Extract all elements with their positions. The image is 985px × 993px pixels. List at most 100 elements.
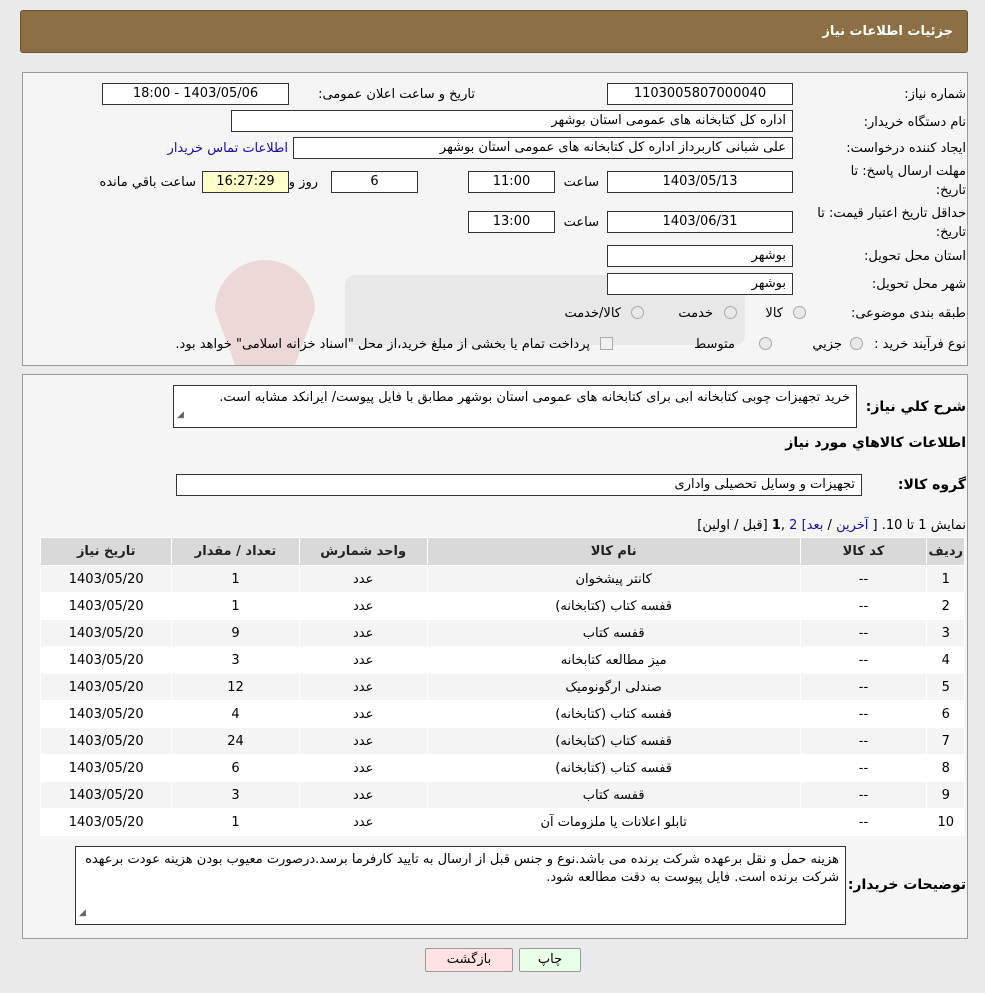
cell-quantity: 3 <box>171 646 300 674</box>
pager-bracket: [ <box>872 518 878 533</box>
contact-buyer-link[interactable]: اطلاعات تماس خریدار <box>168 141 288 156</box>
category-goods-radio[interactable] <box>793 306 806 319</box>
creator-field[interactable]: علی شبانی کاربرداز اداره کل کتابخانه های… <box>293 137 793 159</box>
cell-item-name: صندلی ارگونومیک <box>426 673 801 701</box>
category-service-radio[interactable] <box>724 306 737 319</box>
city-label: شهر محل تحویل: <box>871 277 966 292</box>
cell-item-code: -- <box>799 673 928 701</box>
goods-info-title: اطلاعات کالاهاي مورد نياز <box>785 435 966 451</box>
province-field[interactable]: بوشهر <box>607 245 793 267</box>
table-row: 7 -- قفسه کتاب (کتابخانه) عدد 24 1403/05/20 <box>39 727 965 755</box>
validity-time-label: ساعت <box>563 215 599 230</box>
cell-item-code: -- <box>799 565 928 593</box>
cell-item-name: قفسه کتاب <box>426 781 801 809</box>
cell-need-date: 1403/05/20 <box>39 673 173 701</box>
cell-row-number: 6 <box>926 700 965 728</box>
goods-group-field[interactable]: تجهیزات و وسایل تحصیلی واداری <box>176 474 862 496</box>
reply-time-label: ساعت <box>563 175 599 190</box>
cell-row-number: 10 <box>926 808 965 836</box>
validity-time-field[interactable]: 13:00 <box>468 211 555 233</box>
need-number-field[interactable]: 1103005807000040 <box>607 83 793 105</box>
table-row: 2 -- قفسه کتاب (کتابخانه) عدد 1 1403/05/20 <box>39 592 965 620</box>
description-textarea[interactable]: خرید تجهیزات چوبی کتابخانه ابی برای کتاب… <box>173 385 857 428</box>
process-medium-radio[interactable] <box>759 337 772 350</box>
process-minor-radio[interactable] <box>850 337 863 350</box>
cell-unit: عدد <box>298 808 428 836</box>
province-label: استان محل تحویل: <box>864 249 966 264</box>
cell-need-date: 1403/05/20 <box>39 619 173 647</box>
print-button[interactable]: چاپ <box>519 948 581 972</box>
col-need-date: تاریخ نیاز <box>39 537 173 566</box>
buyer-org-field[interactable]: اداره کل کتابخانه های عمومی استان بوشهر <box>231 110 793 132</box>
creator-label: ایجاد کننده درخواست: <box>846 141 966 156</box>
pager-current-page: 1 <box>771 518 781 533</box>
process-label: نوع فرآیند خرید : <box>874 337 966 352</box>
table-header-row: رديف کد کالا نام کالا واحد شمارش تعداد /… <box>39 537 965 566</box>
days-field[interactable]: 6 <box>331 171 418 193</box>
need-number-label: شماره نیاز: <box>904 87 966 102</box>
table-row: 4 -- میز مطالعه کتابخانه عدد 3 1403/05/20 <box>39 646 965 674</box>
cell-quantity: 1 <box>171 565 300 593</box>
category-service-label: خدمت <box>678 306 713 321</box>
cell-item-code: -- <box>799 592 928 620</box>
cell-item-name: کانتر پیشخوان <box>426 565 801 593</box>
validity-label: حداقل تاریخ اعتبار قیمت: تا <box>817 206 966 221</box>
cell-unit: عدد <box>298 592 428 620</box>
table-row: 3 -- قفسه کتاب عدد 9 1403/05/20 <box>39 619 965 647</box>
resize-grip-icon[interactable]: ◢ <box>177 406 184 425</box>
category-both-radio[interactable] <box>631 306 644 319</box>
description-label: شرح کلي نياز: <box>865 399 966 415</box>
col-quantity: تعداد / مقدار <box>171 537 300 566</box>
remaining-time-label: ساعت باقي مانده <box>99 175 196 190</box>
cell-item-code: -- <box>799 700 928 728</box>
cell-unit: عدد <box>298 646 428 674</box>
cell-item-name: قفسه کتاب (کتابخانه) <box>426 727 801 755</box>
cell-item-code: -- <box>799 808 928 836</box>
cell-unit: عدد <box>298 781 428 809</box>
col-unit: واحد شمارش <box>298 537 428 566</box>
cell-item-name: قفسه کتاب (کتابخانه) <box>426 754 801 782</box>
cell-need-date: 1403/05/20 <box>39 754 173 782</box>
treasury-checkbox[interactable] <box>600 337 613 350</box>
announce-field[interactable]: 1403/05/06 - 18:00 <box>102 83 289 105</box>
buyer-org-label: نام دستگاه خریدار: <box>863 115 966 130</box>
category-both-label: کالا/خدمت <box>564 306 621 321</box>
buyer-notes-label: توضیحات خریدار: <box>847 877 966 893</box>
cell-item-code: -- <box>799 646 928 674</box>
cell-unit: عدد <box>298 727 428 755</box>
resize-grip-icon[interactable]: ◢ <box>79 904 86 922</box>
reply-deadline-label-2: تاریخ: <box>935 183 966 198</box>
cell-unit: عدد <box>298 673 428 701</box>
back-button[interactable]: بازگشت <box>425 948 513 972</box>
pager-comma: , <box>780 518 786 533</box>
buyer-notes-text: هزینه حمل و نقل برعهده شرکت برنده می باش… <box>85 852 839 885</box>
cell-item-code: -- <box>799 781 928 809</box>
buyer-notes-textarea[interactable]: هزینه حمل و نقل برعهده شرکت برنده می باش… <box>75 846 846 925</box>
cell-row-number: 8 <box>926 754 965 782</box>
col-row-number: رديف <box>926 537 965 566</box>
table-row: 9 -- قفسه کتاب عدد 3 1403/05/20 <box>39 781 965 809</box>
cell-need-date: 1403/05/20 <box>39 781 173 809</box>
cell-need-date: 1403/05/20 <box>39 700 173 728</box>
cell-item-name: قفسه کتاب (کتابخانه) <box>426 592 801 620</box>
pager-next-link[interactable]: بعد] <box>802 518 824 533</box>
validity-date-field[interactable]: 1403/06/31 <box>607 211 793 233</box>
cell-quantity: 1 <box>171 808 300 836</box>
cell-unit: عدد <box>298 619 428 647</box>
cell-quantity: 12 <box>171 673 300 701</box>
days-label: روز و <box>288 175 318 190</box>
process-medium-label: متوسط <box>694 337 735 352</box>
reply-date-field[interactable]: 1403/05/13 <box>607 171 793 193</box>
pager-showing: نمایش 1 تا 10. <box>881 518 966 533</box>
reply-time-field[interactable]: 11:00 <box>468 171 555 193</box>
cell-item-name: قفسه کتاب <box>426 619 801 647</box>
page-title: جزئیات اطلاعات نیاز <box>822 24 953 39</box>
cell-item-code: -- <box>799 754 928 782</box>
remaining-time-field: 16:27:29 <box>202 171 289 193</box>
cell-quantity: 4 <box>171 700 300 728</box>
city-field[interactable]: بوشهر <box>607 273 793 295</box>
category-label: طبقه بندی موضوعی: <box>850 306 966 321</box>
cell-quantity: 3 <box>171 781 300 809</box>
pager-page-2-link[interactable]: 2 <box>789 518 797 533</box>
pager-last-link[interactable]: آخرین <box>836 518 868 533</box>
